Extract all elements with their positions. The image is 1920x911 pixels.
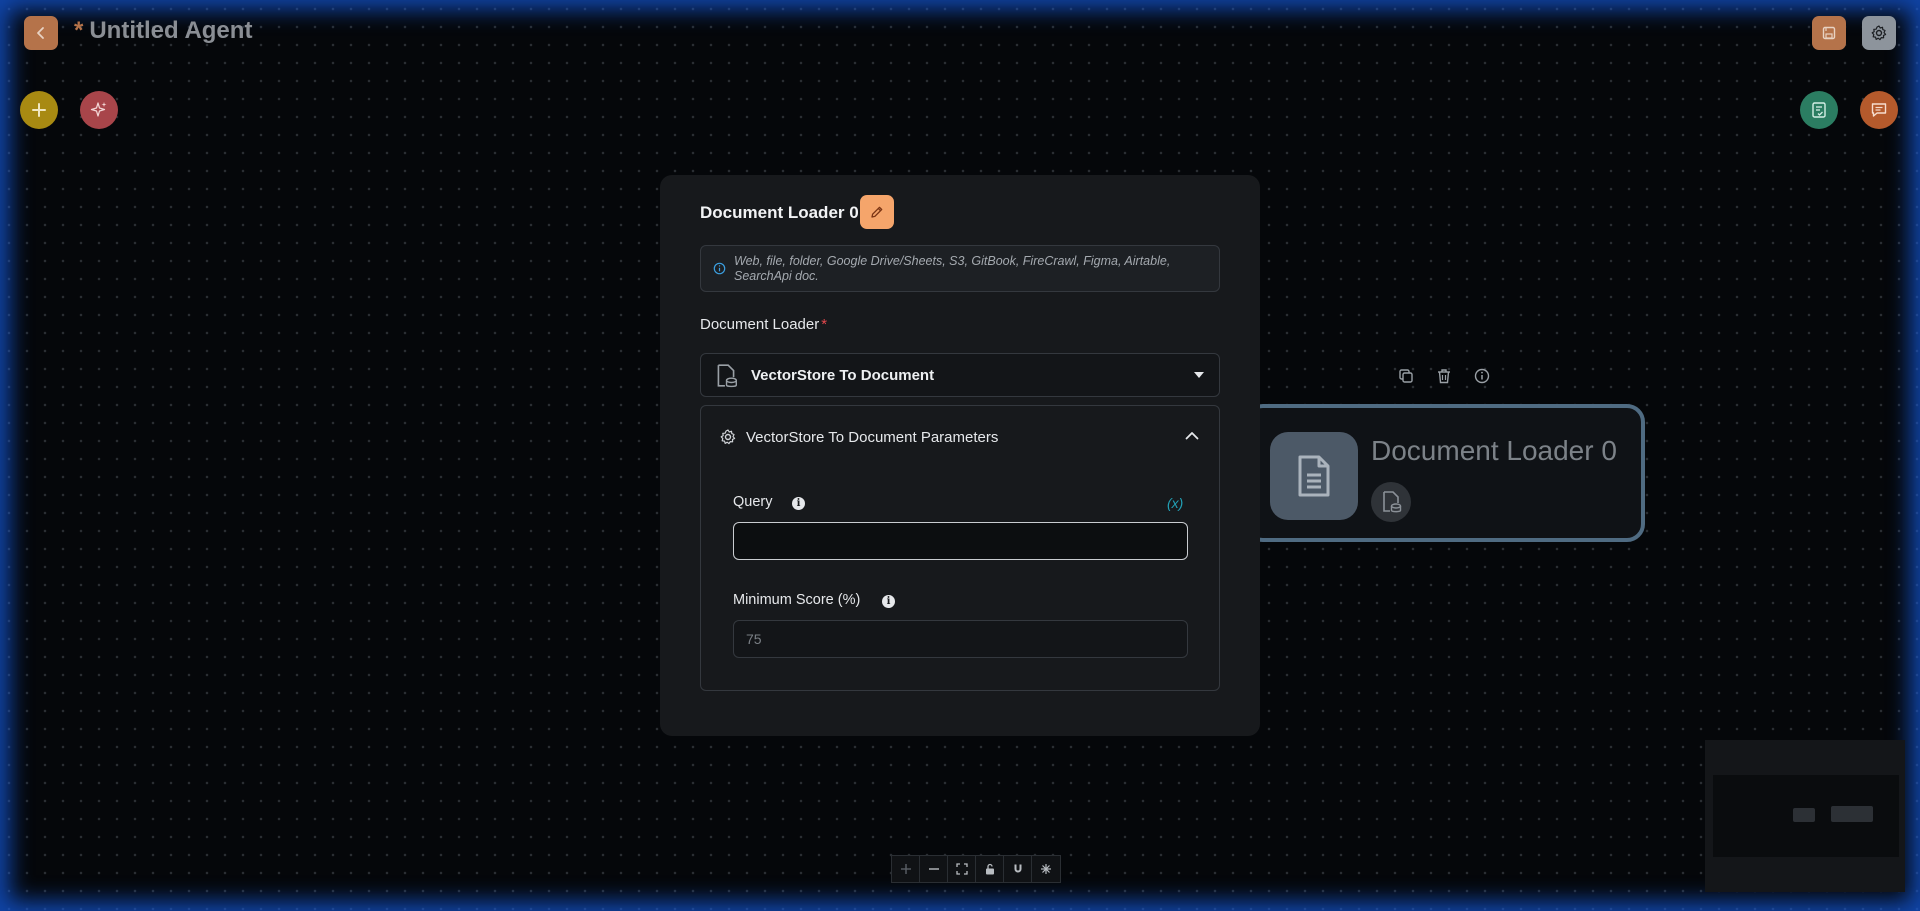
minus-icon xyxy=(928,868,939,870)
add-node-button[interactable] xyxy=(20,91,58,129)
gear-icon xyxy=(720,429,736,445)
edit-title-button[interactable] xyxy=(860,195,894,229)
node-loader-badge xyxy=(1371,482,1411,522)
node-icon xyxy=(1270,432,1358,520)
sparkles-icon xyxy=(90,102,107,117)
gear-icon xyxy=(1871,25,1887,41)
file-database-icon xyxy=(717,364,737,388)
query-label: Query xyxy=(733,494,773,510)
minimum-score-label: Minimum Score (%) xyxy=(733,592,861,608)
description-box: Web, file, folder, Google Drive/Sheets, … xyxy=(700,245,1220,292)
checklist-icon xyxy=(1812,102,1826,118)
fit-view-button[interactable] xyxy=(948,856,976,882)
magnet-icon xyxy=(1014,864,1021,873)
chat-button[interactable] xyxy=(1860,91,1898,129)
node-info-button[interactable] xyxy=(1470,364,1494,388)
agent-title: Untitled Agent xyxy=(89,17,253,44)
pencil-icon xyxy=(871,206,883,218)
minimum-score-info-icon[interactable]: i xyxy=(882,595,895,608)
canvas-controls xyxy=(891,855,1061,883)
query-info-icon[interactable]: i xyxy=(792,497,805,510)
node-title: Document Loader 0 xyxy=(1371,435,1617,466)
background-toggle-button[interactable] xyxy=(1032,856,1060,882)
plus-icon xyxy=(32,103,46,117)
minimap-node xyxy=(1831,806,1873,822)
back-button[interactable] xyxy=(24,16,58,50)
minimap-node xyxy=(1793,808,1815,822)
query-input[interactable] xyxy=(733,522,1188,560)
fit-view-icon xyxy=(955,863,968,875)
modal-title: Document Loader 0 xyxy=(700,203,859,222)
duplicate-node-button[interactable] xyxy=(1394,364,1418,388)
chat-icon xyxy=(1871,103,1887,117)
file-database-icon xyxy=(1383,491,1402,513)
copy-icon xyxy=(1399,369,1413,383)
document-loader-label-text: Document Loader xyxy=(700,316,820,333)
node-toolbar xyxy=(1394,364,1494,388)
delete-node-button[interactable] xyxy=(1432,364,1456,388)
unsaved-marker: * xyxy=(74,17,84,44)
caret-down-icon xyxy=(1194,372,1204,378)
chevron-up-icon xyxy=(1185,432,1199,440)
validate-button[interactable] xyxy=(1800,91,1838,129)
document-icon xyxy=(1298,455,1330,497)
minimum-score-input[interactable] xyxy=(733,620,1188,658)
document-loader-select[interactable]: VectorStore To Document xyxy=(700,353,1220,397)
node-config-modal: Document Loader 0 Web, file, folder, Goo… xyxy=(660,175,1260,736)
document-loader-label: Document Loader * xyxy=(700,316,827,333)
required-marker: * xyxy=(821,316,828,333)
minimap[interactable] xyxy=(1705,740,1905,892)
save-button[interactable] xyxy=(1812,16,1846,50)
info-icon xyxy=(713,262,726,275)
info-icon xyxy=(1474,368,1490,384)
document-loader-node[interactable]: Document Loader 0 xyxy=(1245,404,1645,542)
sparkle-icon xyxy=(1041,864,1051,874)
canvas[interactable]: * Untitled Agent Document Loader 0 Docum… xyxy=(0,0,1920,911)
settings-button[interactable] xyxy=(1862,16,1896,50)
variable-toggle[interactable]: (x) xyxy=(1167,495,1183,511)
snap-to-grid-button[interactable] xyxy=(1004,856,1032,882)
generate-button[interactable] xyxy=(80,91,118,129)
plus-icon xyxy=(900,864,911,874)
lock-button[interactable] xyxy=(976,856,1004,882)
trash-icon xyxy=(1438,369,1450,384)
parameters-accordion: VectorStore To Document Parameters Query… xyxy=(700,405,1220,691)
lock-icon xyxy=(985,863,994,875)
description-text: Web, file, folder, Google Drive/Sheets, … xyxy=(734,254,1171,283)
zoom-out-button[interactable] xyxy=(920,856,948,882)
page-title: * Untitled Agent xyxy=(74,17,252,45)
save-icon xyxy=(1822,26,1836,40)
selected-loader: VectorStore To Document xyxy=(751,367,935,384)
zoom-in-button[interactable] xyxy=(892,856,920,882)
chevron-left-icon xyxy=(37,27,44,39)
parameters-title: VectorStore To Document Parameters xyxy=(746,429,999,446)
